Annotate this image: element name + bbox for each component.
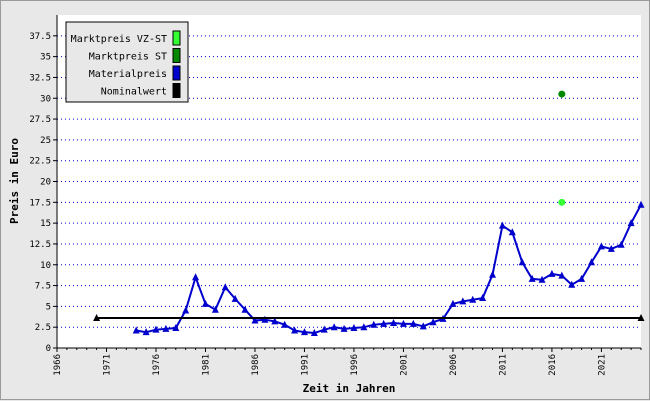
legend-label: Marktpreis VZ-ST (71, 34, 167, 45)
legend-label: Marktpreis ST (89, 52, 167, 63)
legend: Marktpreis VZ-ST Marktpreis ST Materialpre… (65, 21, 189, 103)
y-tick-label: 12.5 (29, 240, 51, 250)
y-axis-title: Preis in Euro (8, 138, 21, 224)
y-tick-label: 30 (40, 94, 51, 104)
legend-swatch (172, 83, 181, 98)
x-tick-label: 2011 (498, 354, 508, 376)
x-tick-label: 1981 (201, 354, 211, 376)
x-tick-label: 2006 (449, 354, 459, 376)
line-chart: 0 2.5 5 7.5 10 12.5 15 17.5 20 22.5 25 27.5 30 32.5 35… (8, 15, 645, 395)
y-tick-label: 27.5 (29, 115, 51, 125)
x-tick-label: 1991 (300, 354, 310, 376)
x-axis-title: Zeit in Jahren (303, 382, 396, 395)
y-tick-label: 32.5 (29, 73, 51, 83)
y-tick-label: 25 (40, 136, 51, 146)
x-axis-ticks: 1966 1971 1976 1981 1986 1991 1996 2001 2006 2011… (53, 348, 642, 376)
y-tick-label: 37.5 (29, 32, 51, 42)
y-tick-label: 22.5 (29, 157, 51, 167)
y-tick-label: 2.5 (35, 323, 51, 333)
x-tick-label: 1986 (251, 354, 261, 376)
x-tick-label: 2021 (597, 354, 607, 376)
x-tick-label: 1971 (102, 354, 112, 376)
y-tick-label: 35 (40, 53, 51, 63)
x-tick-label: 2001 (399, 354, 409, 376)
x-tick-label: 1976 (152, 354, 162, 376)
legend-label: Materialpreis (89, 69, 167, 80)
marktpreis-st-point (558, 90, 566, 98)
x-tick-label: 2016 (548, 354, 558, 376)
legend-swatch (172, 65, 181, 81)
legend-label: Nominalwert (101, 87, 167, 98)
y-axis-ticks: 0 2.5 5 7.5 10 12.5 15 17.5 20 22.5 25 27.5 30 32.5 35… (29, 32, 57, 354)
y-tick-label: 17.5 (29, 198, 51, 208)
y-tick-label: 0 (46, 344, 51, 354)
y-tick-label: 10 (40, 261, 51, 271)
y-tick-label: 7.5 (35, 282, 51, 292)
y-tick-label: 15 (40, 219, 51, 229)
x-tick-label: 1966 (53, 354, 63, 376)
marktpreis-vz-st-point (558, 198, 566, 206)
chart-frame: 0 2.5 5 7.5 10 12.5 15 17.5 20 22.5 25 27.5 30 32.5 35… (0, 0, 650, 400)
y-tick-label: 20 (40, 178, 51, 188)
legend-swatch (172, 30, 181, 46)
legend-swatch (172, 48, 181, 63)
y-tick-label: 5 (46, 302, 51, 312)
x-tick-label: 1996 (350, 354, 360, 376)
